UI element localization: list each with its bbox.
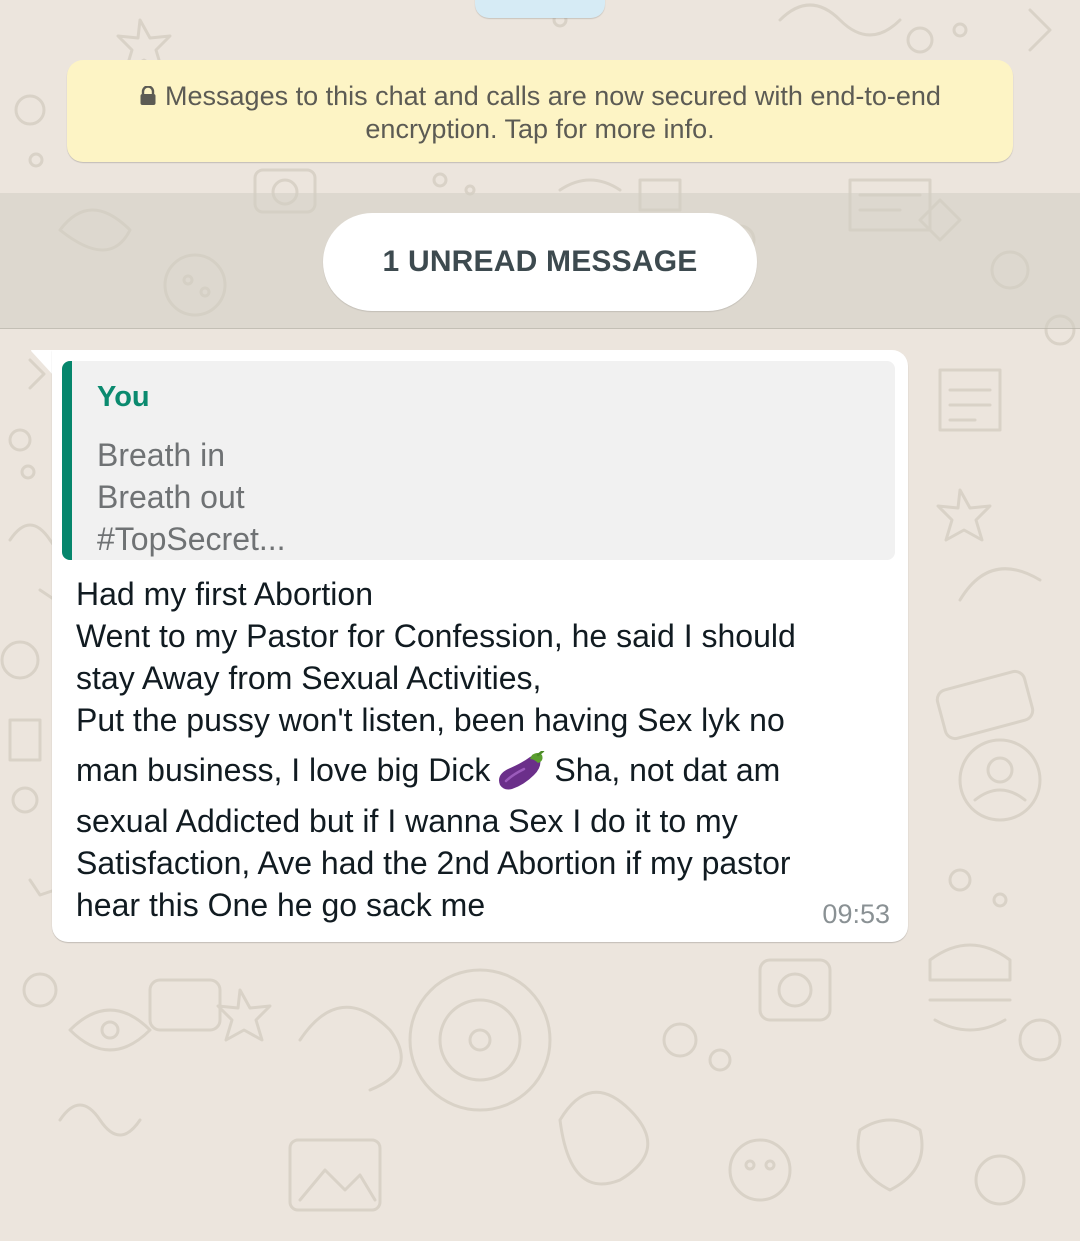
quoted-author: You (97, 381, 150, 413)
date-chip (475, 0, 605, 18)
quoted-line: Breath in (97, 437, 226, 473)
quoted-line: Breath out (97, 479, 245, 515)
unread-messages-label: 1 UNREAD MESSAGE (382, 245, 698, 278)
message-text-line: Went to my Pastor for Confession, he sai… (76, 618, 796, 654)
quote-accent-bar (62, 361, 72, 560)
encryption-notice[interactable]: Messages to this chat and calls are now … (67, 60, 1013, 162)
encryption-notice-line2: encryption. Tap for more info. (365, 114, 715, 144)
message-text-segment: man business, I love big Dick (76, 752, 491, 788)
message-text-line: hear this One he go sack me (76, 887, 486, 923)
message-text-line: sexual Addicted but if I wanna Sex I do … (76, 803, 738, 839)
message-text-line: Put the pussy won't listen, been having … (76, 702, 785, 738)
lock-icon (140, 86, 156, 105)
message-text-line: Satisfaction, Ave had the 2nd Abortion i… (76, 845, 791, 881)
message-text-line: stay Away from Sexual Activities, (76, 660, 542, 696)
unread-messages-banner: 1 UNREAD MESSAGE (323, 213, 757, 311)
message-timestamp: 09:53 (822, 899, 890, 929)
eggplant-icon (499, 751, 545, 790)
incoming-message-bubble[interactable]: You Breath in Breath out #TopSecret... H… (52, 350, 908, 942)
quoted-line: #TopSecret... (97, 521, 286, 557)
encryption-notice-text-1: Messages to this chat and calls are now … (165, 81, 941, 111)
message-text-segment: Sha, not dat am (554, 752, 781, 788)
message-text-line: Had my first Abortion (76, 576, 373, 612)
encryption-notice-line1: Messages to this chat and calls are now … (107, 80, 973, 113)
message-text-line-with-emoji: man business, I love big Dick Sha, not d… (76, 750, 780, 791)
quoted-reply[interactable]: You Breath in Breath out #TopSecret... (62, 361, 895, 560)
